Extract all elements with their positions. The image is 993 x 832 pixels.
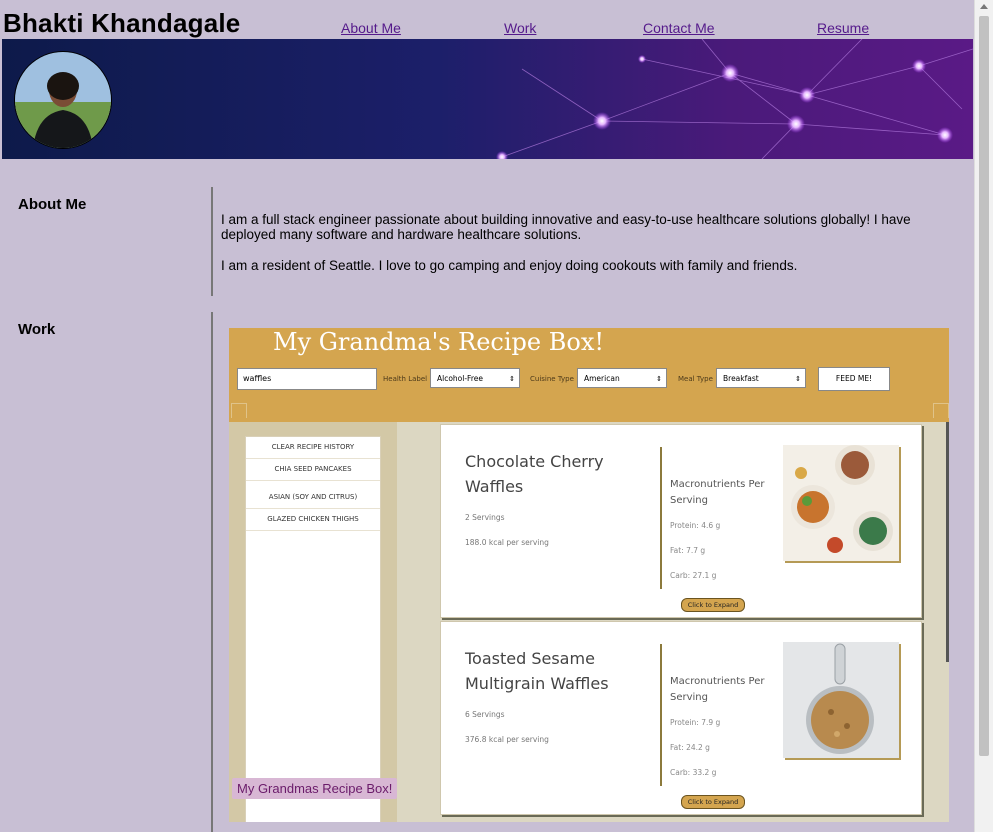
page-scrollbar[interactable] — [974, 0, 993, 832]
recipe-name: Toasted Sesame Multigrain Waffles — [465, 649, 609, 693]
corner-ornament — [231, 403, 247, 419]
nav-about-me[interactable]: About Me — [341, 20, 401, 36]
site-header: Bhakti Khandagale About Me Work Contact … — [0, 0, 975, 39]
scrollbar-thumb[interactable] — [979, 16, 989, 756]
site-title: Bhakti Khandagale — [3, 8, 241, 38]
macro-heading: Macronutrients Per Serving — [670, 479, 765, 506]
corner-ornament — [933, 403, 949, 419]
macro-fat: Fat: 24.2 g — [670, 743, 710, 752]
cuisine-type-select: American ⇕ — [577, 368, 667, 388]
profile-avatar — [14, 51, 112, 149]
meal-type-select: Breakfast ⇕ — [716, 368, 806, 388]
work-heading: Work — [18, 321, 56, 338]
recipe-kcal: 188.0 kcal per serving — [465, 538, 549, 547]
health-label-text: Health Label — [383, 375, 428, 383]
recipe-kcal: 376.8 kcal per serving — [465, 735, 549, 744]
app-title: My Grandma's Recipe Box! — [273, 328, 604, 356]
expand-button: Click to Expand — [681, 598, 745, 612]
macro-heading: Macronutrients Per Serving — [670, 676, 765, 703]
recipe-servings: 6 Servings — [465, 710, 505, 719]
health-label-select: Alcohol-Free ⇕ — [430, 368, 520, 388]
expand-button: Click to Expand — [681, 795, 745, 809]
work-divider — [211, 312, 213, 832]
recipe-history-list: CLEAR RECIPE HISTORY CHIA SEED PANCAKES … — [245, 436, 381, 822]
macro-carb: Carb: 27.1 g — [670, 571, 717, 580]
recipe-card: Toasted Sesame Multigrain Waffles 6 Serv… — [440, 621, 922, 815]
recipe-name: Chocolate Cherry Waffles — [465, 452, 604, 496]
feed-me-button: FEED ME! — [818, 367, 890, 391]
recipe-photo — [783, 642, 899, 758]
about-paragraph-1: I am a full stack engineer passionate ab… — [221, 212, 911, 242]
hero-banner — [2, 39, 973, 159]
meal-type-text: Meal Type — [678, 375, 713, 383]
recipe-servings: 2 Servings — [465, 513, 505, 522]
project-caption-link[interactable]: My Grandmas Recipe Box! — [232, 778, 398, 799]
history-item: ASIAN (SOY AND CITRUS) — [246, 487, 380, 509]
recipe-photo — [783, 445, 899, 561]
macro-protein: Protein: 4.6 g — [670, 521, 721, 530]
chevron-updown-icon: ⇕ — [509, 375, 515, 383]
recipe-card: Chocolate Cherry Waffles 2 Servings 188.… — [440, 424, 922, 618]
about-heading: About Me — [18, 196, 87, 213]
card-divider — [660, 447, 662, 589]
macro-protein: Protein: 7.9 g — [670, 718, 721, 727]
about-text: I am a full stack engineer passionate ab… — [221, 212, 951, 289]
nav-work[interactable]: Work — [504, 20, 536, 36]
app-search-input: waffles — [237, 368, 377, 390]
scroll-up-arrow-icon[interactable] — [980, 4, 988, 9]
chevron-updown-icon: ⇕ — [795, 375, 801, 383]
recipe-app-screenshot[interactable]: My Grandma's Recipe Box! waffles Health … — [229, 328, 949, 822]
network-banner-image — [2, 39, 973, 159]
history-item-clear: CLEAR RECIPE HISTORY — [246, 437, 380, 459]
cuisine-type-text: Cuisine Type — [530, 375, 574, 383]
about-paragraph-2: I am a resident of Seattle. I love to go… — [221, 258, 798, 273]
chevron-updown-icon: ⇕ — [656, 375, 662, 383]
app-header: My Grandma's Recipe Box! waffles Health … — [229, 328, 949, 419]
nav-resume[interactable]: Resume — [817, 20, 869, 36]
macro-carb: Carb: 33.2 g — [670, 768, 717, 777]
history-item: CHIA SEED PANCAKES — [246, 459, 380, 481]
about-divider — [211, 187, 213, 296]
card-divider — [660, 644, 662, 786]
nav-contact-me[interactable]: Contact Me — [643, 20, 715, 36]
macro-fat: Fat: 7.7 g — [670, 546, 706, 555]
history-item: GLAZED CHICKEN THIGHS — [246, 509, 380, 531]
app-scrollbar — [946, 422, 949, 662]
